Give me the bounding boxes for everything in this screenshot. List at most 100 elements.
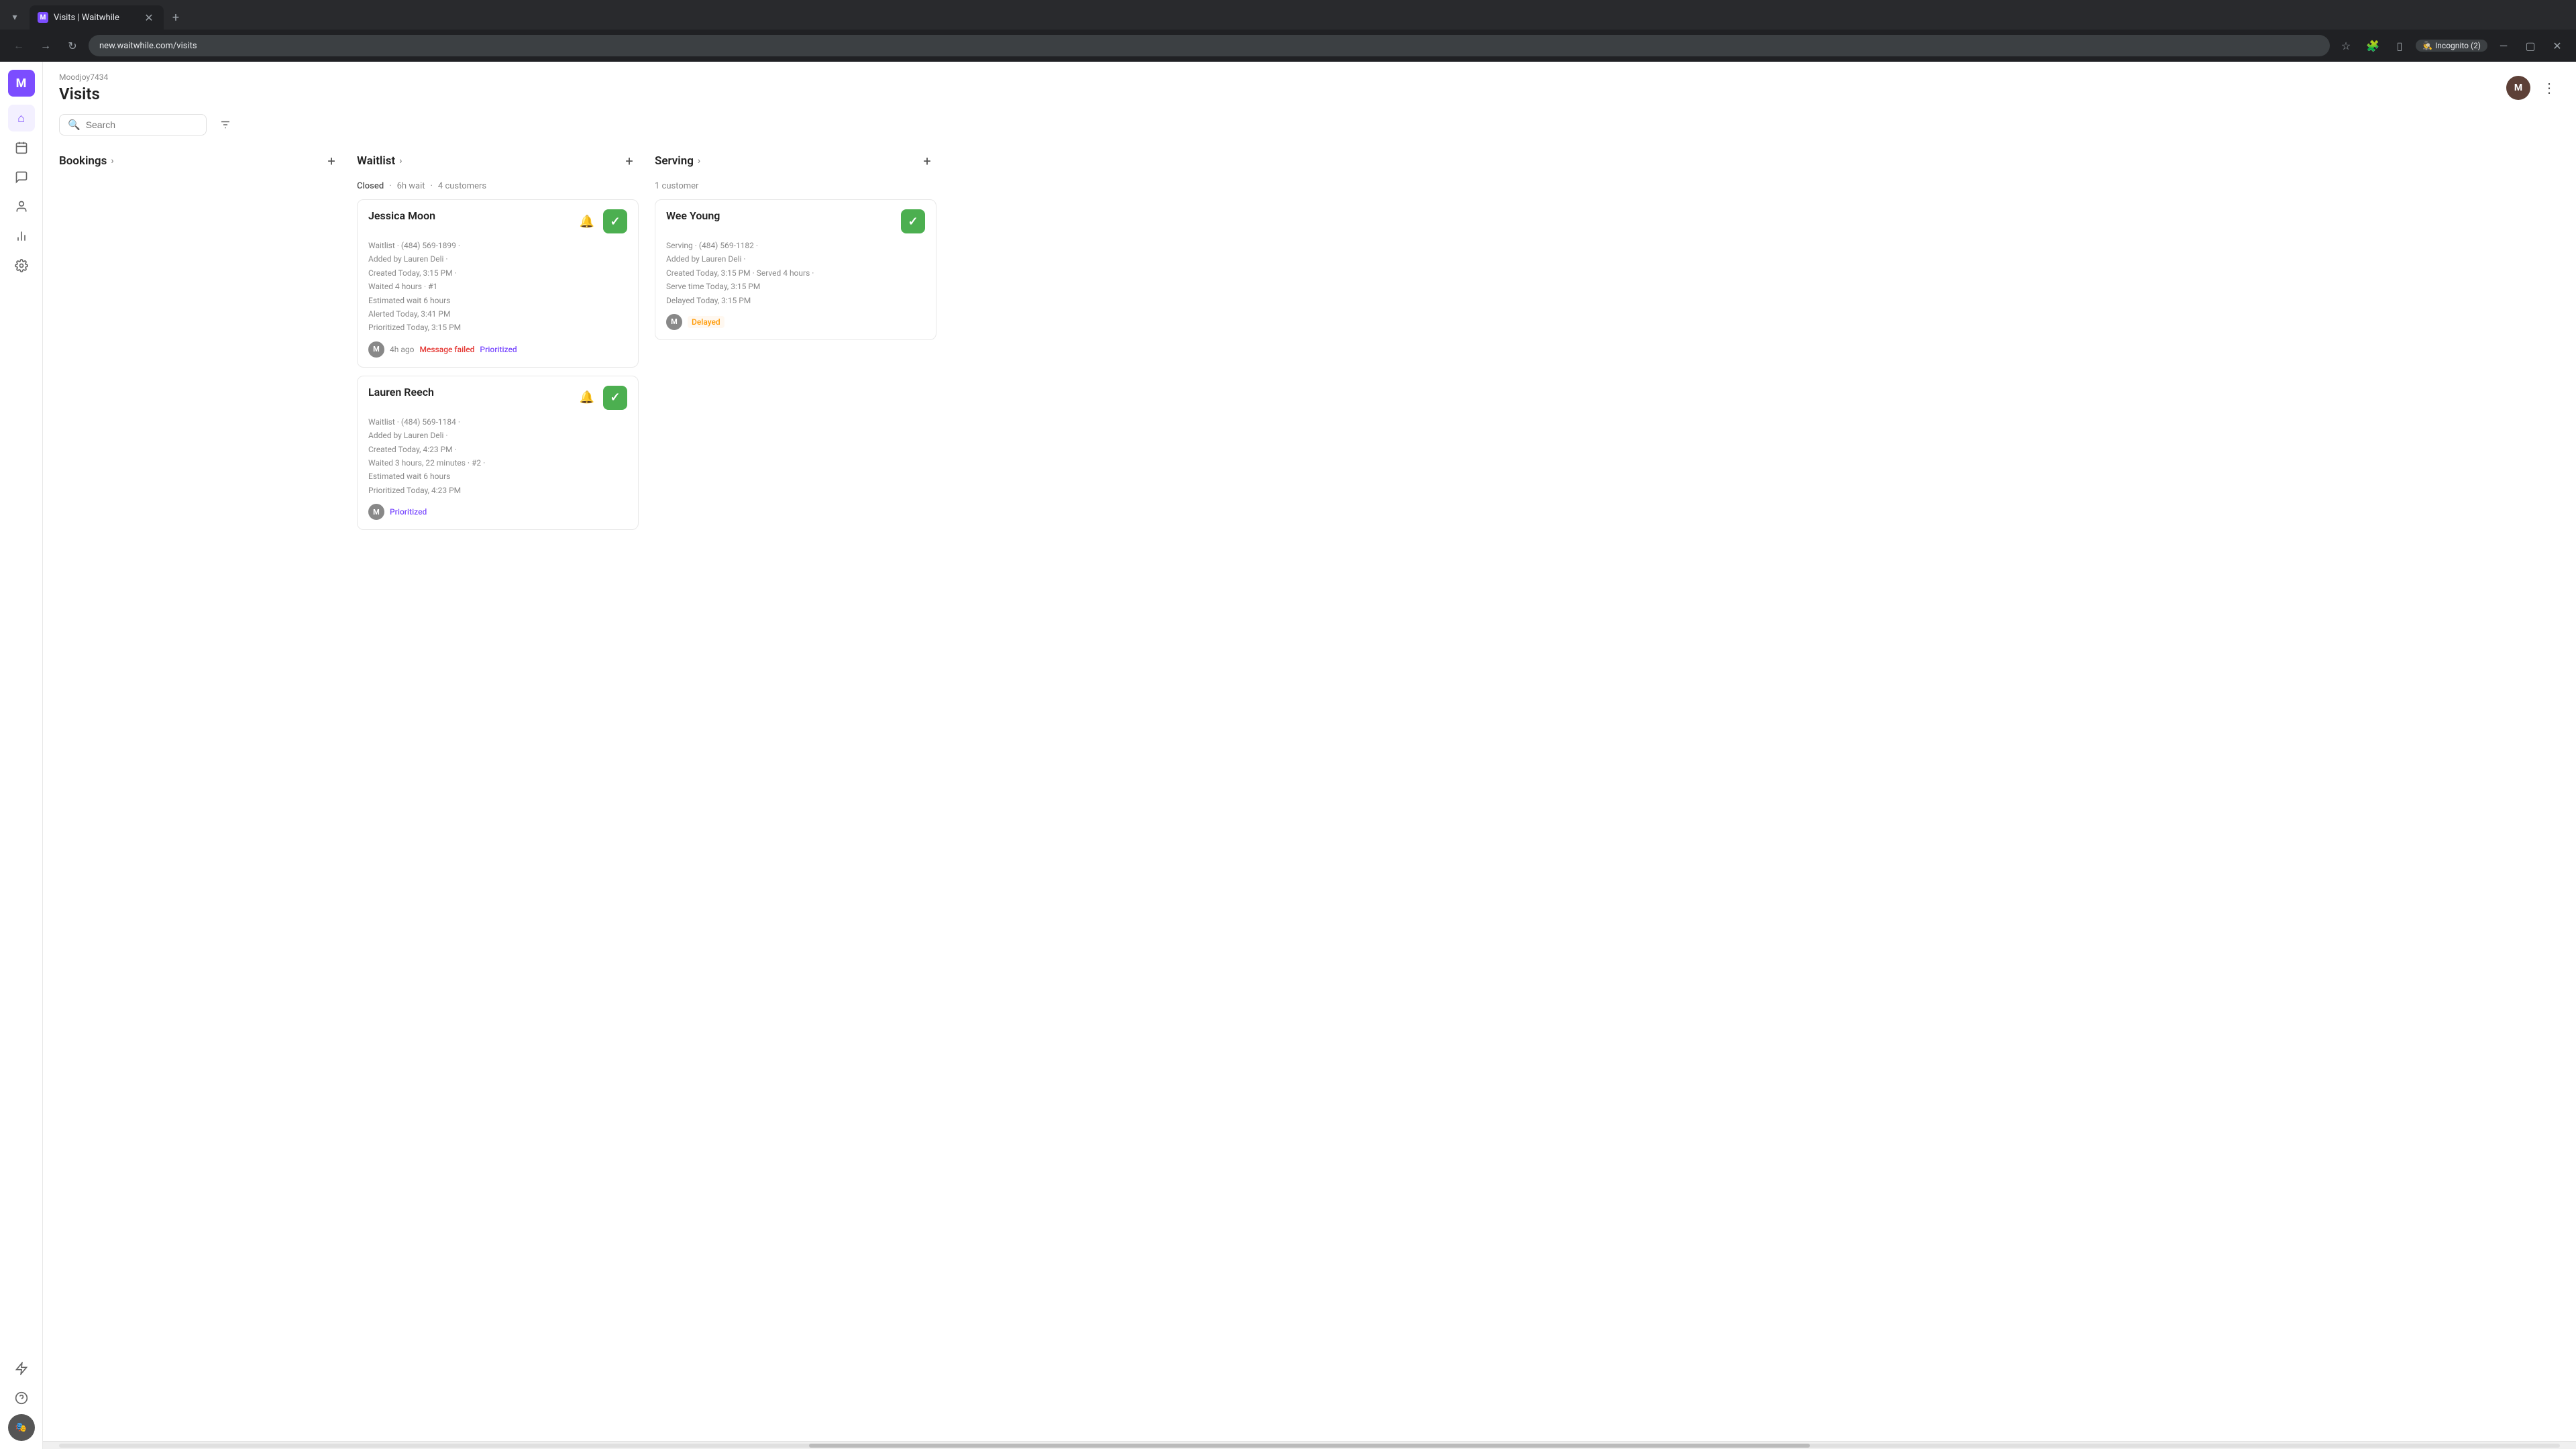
new-tab-btn[interactable]: + xyxy=(166,8,185,27)
jessica-detail-6: Alerted Today, 3:41 PM xyxy=(368,307,627,321)
browser-chrome: ▾ M Visits | Waitwhile ✕ + ← → ↻ new.wai… xyxy=(0,0,2576,62)
org-name: Moodjoy7434 xyxy=(59,72,108,82)
wee-check-btn[interactable]: ✓ xyxy=(901,209,925,233)
search-icon: 🔍 xyxy=(68,119,80,131)
jessica-card-footer: M 4h ago Message failed Prioritized xyxy=(368,341,627,358)
wee-detail-4: Serve time Today, 3:15 PM xyxy=(666,280,925,293)
wee-name: Wee Young xyxy=(666,209,720,222)
wee-detail-2: Added by Lauren Deli · xyxy=(666,252,925,266)
bottom-scrollbar[interactable] xyxy=(43,1441,2576,1449)
sidebar-item-messages[interactable] xyxy=(8,164,35,191)
header-avatar[interactable]: M xyxy=(2506,76,2530,100)
main-content: Moodjoy7434 Visits M ⋮ 🔍 xyxy=(43,62,2576,1449)
bookings-content xyxy=(59,178,341,1441)
reload-btn[interactable]: ↻ xyxy=(62,35,83,56)
search-bar-row: 🔍 xyxy=(43,109,2576,146)
lauren-card-actions: 🔔 ✓ xyxy=(576,386,627,410)
bookings-column: Bookings › + xyxy=(59,146,341,1441)
bookings-column-header: Bookings › + xyxy=(59,146,341,178)
main-header: Moodjoy7434 Visits M ⋮ xyxy=(43,62,2576,109)
lauren-bell-btn[interactable]: 🔔 xyxy=(576,387,598,409)
tab-bar: ▾ M Visits | Waitwhile ✕ + xyxy=(0,0,2576,30)
tab-nav-btn[interactable]: ▾ xyxy=(5,8,24,27)
waitlist-content: Closed · 6h wait · 4 customers Jessica M… xyxy=(357,178,639,1441)
sidebar-item-calendar[interactable] xyxy=(8,134,35,161)
serving-add-btn[interactable]: + xyxy=(918,152,936,170)
browser-toolbar: ← → ↻ new.waitwhile.com/visits ☆ 🧩 ▯ 🕵 I… xyxy=(0,30,2576,62)
waitlist-column-title[interactable]: Waitlist › xyxy=(357,154,402,168)
wee-card-actions: ✓ xyxy=(901,209,925,233)
bookings-column-title[interactable]: Bookings › xyxy=(59,154,114,168)
header-menu-btn[interactable]: ⋮ xyxy=(2538,77,2560,99)
jessica-card-actions: 🔔 ✓ xyxy=(576,209,627,233)
tab-close-btn[interactable]: ✕ xyxy=(142,11,156,24)
jessica-card-avatar: M xyxy=(368,341,384,358)
bottom-scroll-bar xyxy=(59,1444,2560,1448)
address-bar[interactable]: new.waitwhile.com/visits xyxy=(89,35,2330,56)
header-right: M ⋮ xyxy=(2506,76,2560,100)
bookings-chevron-icon: › xyxy=(111,156,113,166)
bookmark-btn[interactable]: ☆ xyxy=(2335,35,2357,56)
lauren-reech-card[interactable]: Lauren Reech 🔔 ✓ Waitlist · (484) 569-11… xyxy=(357,376,639,530)
sidebar-item-help[interactable] xyxy=(8,1385,35,1411)
jessica-moon-card[interactable]: Jessica Moon 🔔 ✓ Waitlist · (484) 569-18… xyxy=(357,199,639,368)
sidebar-item-quick-actions[interactable] xyxy=(8,1355,35,1382)
jessica-detail-7: Prioritized Today, 3:15 PM xyxy=(368,321,627,334)
sidebar-logo[interactable]: M xyxy=(8,70,35,97)
bookings-add-btn[interactable]: + xyxy=(322,152,341,170)
lauren-detail-6: Prioritized Today, 4:23 PM xyxy=(368,484,627,497)
active-tab[interactable]: M Visits | Waitwhile ✕ xyxy=(30,5,164,30)
serving-chevron-icon: › xyxy=(698,156,700,166)
search-input[interactable] xyxy=(86,119,193,130)
status-wait-label: 6h wait xyxy=(397,181,425,191)
app: M ⌂ 🎭 Moodjoy7434 Visits xyxy=(0,62,2576,1449)
jessica-card-header: Jessica Moon 🔔 ✓ xyxy=(368,209,627,233)
waitlist-column-header: Waitlist › + xyxy=(357,146,639,178)
tab-favicon: M xyxy=(38,12,48,23)
jessica-detail-2: Added by Lauren Deli · xyxy=(368,252,627,266)
serving-column-title[interactable]: Serving › xyxy=(655,154,700,168)
wee-detail-1: Serving · (484) 569-1182 · xyxy=(666,239,925,252)
waitlist-column: Waitlist › + Closed · 6h wait · 4 custom… xyxy=(357,146,639,1441)
waitlist-title-text: Waitlist xyxy=(357,154,395,168)
waitlist-add-btn[interactable]: + xyxy=(620,152,639,170)
filter-btn[interactable] xyxy=(215,114,236,136)
tab-title: Visits | Waitwhile xyxy=(54,13,137,23)
jessica-bell-btn[interactable]: 🔔 xyxy=(576,211,598,232)
profile-btn[interactable]: ▯ xyxy=(2389,35,2410,56)
sidebar-item-analytics[interactable] xyxy=(8,223,35,250)
maximize-btn[interactable]: ▢ xyxy=(2520,35,2541,56)
jessica-time-ago: 4h ago xyxy=(390,345,414,354)
toolbar-actions: ☆ 🧩 ▯ 🕵 Incognito (2) — ▢ ✕ xyxy=(2335,35,2568,56)
incognito-label: Incognito (2) xyxy=(2435,41,2481,50)
lauren-detail-1: Waitlist · (484) 569-1184 · xyxy=(368,415,627,429)
header-left: Moodjoy7434 Visits xyxy=(59,72,108,103)
search-box: 🔍 xyxy=(59,114,207,136)
lauren-check-btn[interactable]: ✓ xyxy=(603,386,627,410)
lauren-detail-5: Estimated wait 6 hours xyxy=(368,470,627,483)
lauren-name: Lauren Reech xyxy=(368,386,434,398)
sidebar-item-home[interactable]: ⌂ xyxy=(8,105,35,131)
minimize-btn[interactable]: — xyxy=(2493,35,2514,56)
close-btn[interactable]: ✕ xyxy=(2546,35,2568,56)
extensions-btn[interactable]: 🧩 xyxy=(2362,35,2383,56)
lauren-card-avatar: M xyxy=(368,504,384,520)
status-closed-label: Closed xyxy=(357,181,384,191)
serving-customers-info: 1 customer xyxy=(655,178,936,199)
sidebar-user-avatar[interactable]: 🎭 xyxy=(8,1414,35,1441)
sidebar-item-customers[interactable] xyxy=(8,193,35,220)
sidebar-item-settings[interactable] xyxy=(8,252,35,279)
forward-btn[interactable]: → xyxy=(35,35,56,56)
jessica-check-btn[interactable]: ✓ xyxy=(603,209,627,233)
lauren-detail-3: Created Today, 4:23 PM · xyxy=(368,443,627,456)
jessica-detail-4: Waited 4 hours · #1 xyxy=(368,280,627,293)
lauren-card-details: Waitlist · (484) 569-1184 · Added by Lau… xyxy=(368,415,627,497)
status-customers-label: 4 customers xyxy=(438,181,486,191)
jessica-detail-3: Created Today, 3:15 PM · xyxy=(368,266,627,280)
back-btn[interactable]: ← xyxy=(8,35,30,56)
jessica-detail-5: Estimated wait 6 hours xyxy=(368,294,627,307)
wee-card-footer: M Delayed xyxy=(666,314,925,330)
wee-young-card[interactable]: Wee Young ✓ Serving · (484) 569-1182 · A… xyxy=(655,199,936,340)
wee-card-header: Wee Young ✓ xyxy=(666,209,925,233)
page-title: Visits xyxy=(59,85,108,103)
